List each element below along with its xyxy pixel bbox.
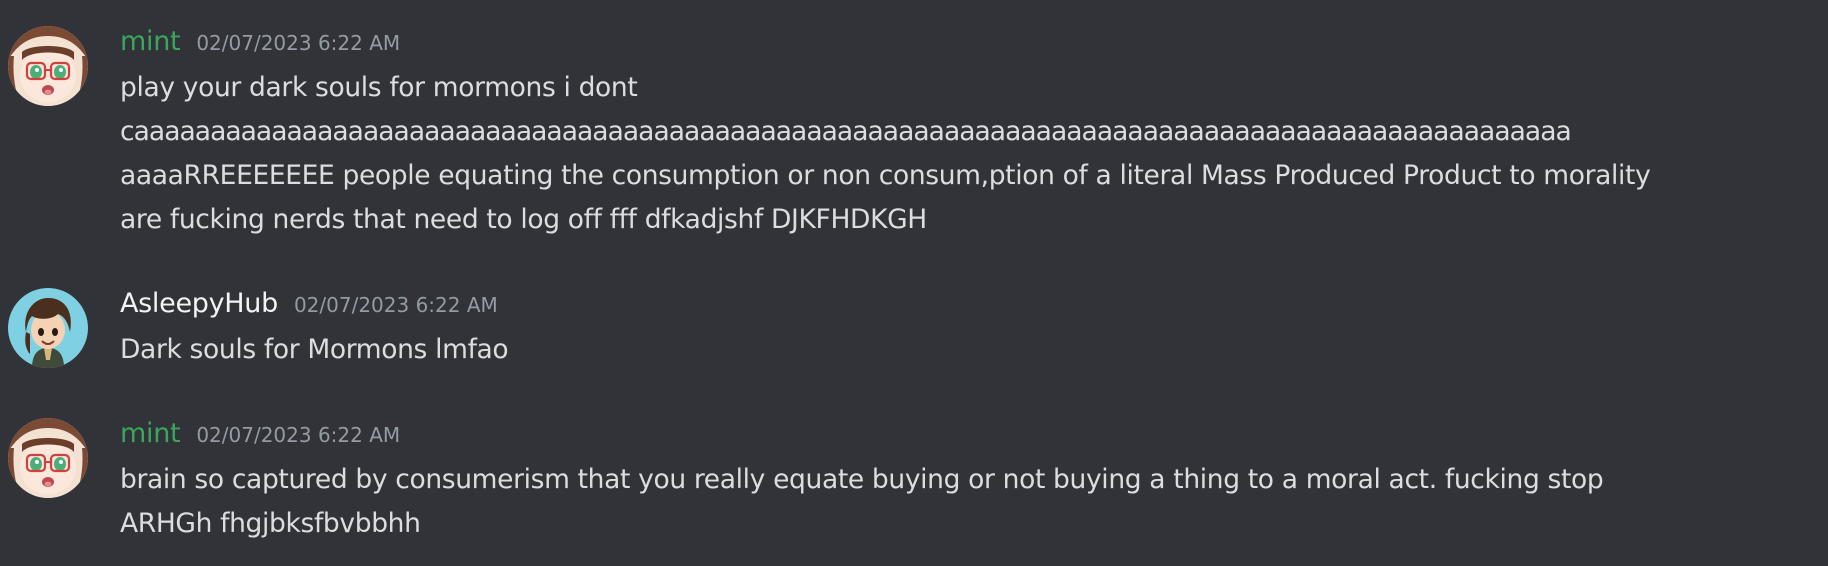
message-item: mint 02/07/2023 6:22 AM brain so capture… <box>0 418 1828 558</box>
username[interactable]: mint <box>120 26 181 57</box>
message-timestamp[interactable]: 02/07/2023 6:22 AM <box>196 423 400 447</box>
message-line: are fucking nerds that need to log off f… <box>120 204 927 235</box>
message-timestamp[interactable]: 02/07/2023 6:22 AM <box>294 293 498 317</box>
anime-girl-glasses-avatar-icon[interactable] <box>8 418 88 498</box>
message-header: mint 02/07/2023 6:22 AM <box>120 26 400 57</box>
message-line: brain so captured by consumerism that yo… <box>120 464 1604 495</box>
message-item: AsleepyHub 02/07/2023 6:22 AM Dark souls… <box>0 288 1828 378</box>
message-line: Dark souls for Mormons lmfao <box>120 334 509 365</box>
anime-girl-glasses-avatar-icon[interactable] <box>8 26 88 106</box>
username[interactable]: mint <box>120 418 181 449</box>
message-line: play your dark souls for mormons i dont <box>120 72 638 103</box>
message-item: mint 02/07/2023 6:22 AM play your dark s… <box>0 26 1828 236</box>
message-timestamp[interactable]: 02/07/2023 6:22 AM <box>196 31 400 55</box>
message-line: aaaaRREEEEEEE people equating the consum… <box>120 160 1651 191</box>
message-line: caaaaaaaaaaaaaaaaaaaaaaaaaaaaaaaaaaaaaaa… <box>120 116 1572 147</box>
message-header: mint 02/07/2023 6:22 AM <box>120 418 400 449</box>
message-content: play your dark souls for mormons i dont … <box>120 66 1820 242</box>
brown-hair-character-avatar-icon[interactable] <box>8 288 88 368</box>
message-header: AsleepyHub 02/07/2023 6:22 AM <box>120 288 498 319</box>
chat-message-list: mint 02/07/2023 6:22 AM play your dark s… <box>0 0 1828 566</box>
message-line: ARHGh fhgjbksfbvbbhh <box>120 508 421 539</box>
username[interactable]: AsleepyHub <box>120 288 278 319</box>
message-content: brain so captured by consumerism that yo… <box>120 458 1820 546</box>
message-content: Dark souls for Mormons lmfao <box>120 328 1820 372</box>
